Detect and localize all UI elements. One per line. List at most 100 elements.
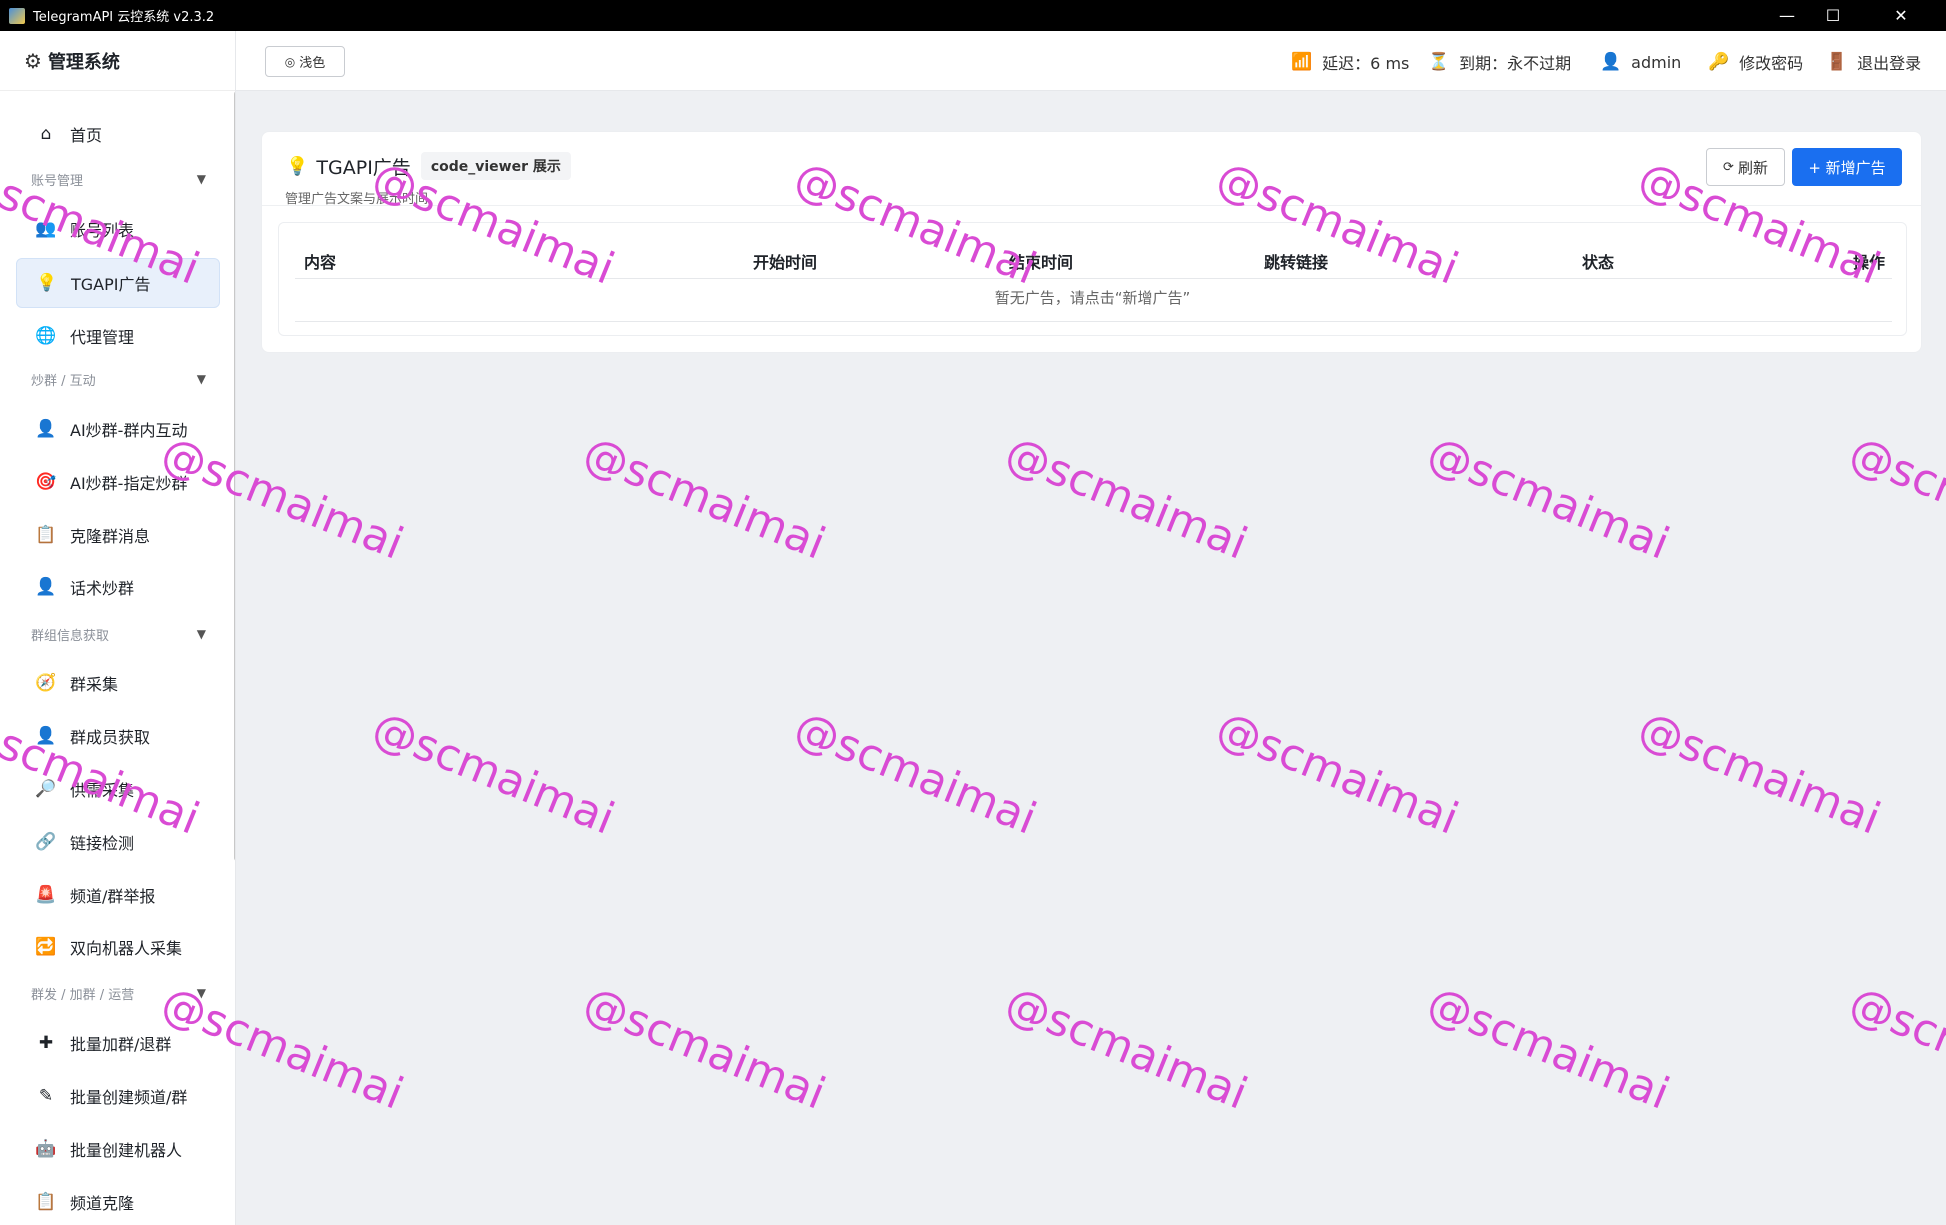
sidebar-group-operations[interactable]: 群发 / 加群 / 运营 ▼ <box>31 982 206 1004</box>
watermark: @scmaimai <box>1842 976 1946 1120</box>
robot-icon: 🤖 <box>35 1139 57 1159</box>
logout-link[interactable]: 🚪 退出登录 <box>1826 49 1921 75</box>
sidebar-item-label: 双向机器人采集 <box>70 939 183 958</box>
sidebar-item-member-fetch[interactable]: 👤 群成员获取 <box>16 711 220 761</box>
sidebar-item-ai-group-interact[interactable]: 👤 AI炒群-群内互动 <box>16 404 220 454</box>
sidebar-item-label: AI炒群-指定炒群 <box>70 474 188 493</box>
sidebar-item-proxy[interactable]: 🌐 代理管理 <box>16 311 220 361</box>
sidebar-item-batch-create-channel[interactable]: ✎ 批量创建频道/群 <box>16 1071 220 1121</box>
refresh-label: 刷新 <box>1737 158 1768 177</box>
chevron-down-icon: ▼ <box>196 372 206 386</box>
theme-toggle-button[interactable]: ◎ 浅色 <box>265 46 345 77</box>
column-header-start-time: 开始时间 <box>753 253 818 272</box>
search-icon: 🔎 <box>35 779 57 799</box>
watermark: @scmaimai <box>1631 701 1888 845</box>
header-divider <box>295 278 1892 279</box>
maximize-button[interactable]: ☐ <box>1810 0 1856 31</box>
sidebar-item-label: 首页 <box>70 126 103 145</box>
clipboard-icon: 📋 <box>35 525 57 545</box>
sidebar-item-batch-create-bot[interactable]: 🤖 批量创建机器人 <box>16 1124 220 1174</box>
repeat-icon: 🔁 <box>35 937 57 957</box>
sidebar-item-label: 批量创建机器人 <box>70 1141 183 1160</box>
brand: ⚙ 管理系统 <box>0 31 235 91</box>
sidebar-group-account[interactable]: 账号管理 ▼ <box>31 168 206 190</box>
signal-icon: 📶 <box>1291 52 1313 72</box>
watermark: @scmaimai <box>1842 426 1946 570</box>
row-divider <box>295 321 1892 322</box>
palette-icon: ◎ <box>284 54 296 69</box>
sidebar-item-link-check[interactable]: 🔗 链接检测 <box>16 817 220 867</box>
compass-icon: 🧭 <box>35 673 57 693</box>
sidebar-item-home[interactable]: ⌂ 首页 <box>16 109 220 159</box>
chevron-down-icon: ▼ <box>196 627 206 641</box>
latency-info: 📶 延迟：6 ms <box>1291 49 1409 75</box>
watermark: @scmaimai <box>576 976 833 1120</box>
sidebar-item-tgapi-ads[interactable]: 💡 TGAPI广告 <box>16 258 220 308</box>
sidebar-group-label: 炒群 / 互动 <box>31 373 96 389</box>
ads-card: 💡 TGAPI广告 code_viewer 展示 管理广告文案与展示时间 ⟳ 刷… <box>261 131 1922 353</box>
watermark: @scmaimai <box>365 701 622 845</box>
sidebar-item-script-group[interactable]: 👤 话术炒群 <box>16 562 220 612</box>
watermark: @scmaimai <box>998 426 1255 570</box>
lightbulb-icon: 💡 <box>286 155 309 177</box>
change-password-link[interactable]: 🔑 修改密码 <box>1708 49 1803 75</box>
ads-table: 内容 开始时间 结束时间 跳转链接 状态 操作 暂无广告，请点击“新增广告” <box>278 222 1907 336</box>
viewer-tag: code_viewer 展示 <box>420 152 571 180</box>
sidebar-item-label: 链接检测 <box>70 834 135 853</box>
username: admin <box>1631 52 1682 72</box>
sidebar-item-label: 频道克隆 <box>70 1194 135 1213</box>
sidebar-item-accounts[interactable]: 👥 账号列表 <box>16 204 220 254</box>
sidebar-group-label: 群组信息获取 <box>31 628 110 644</box>
sidebar-group-label: 账号管理 <box>31 173 84 189</box>
minimize-button[interactable]: — <box>1764 0 1810 31</box>
refresh-button[interactable]: ⟳ 刷新 <box>1706 148 1785 186</box>
gear-icon: ⚙ <box>24 48 42 73</box>
logout-label: 退出登录 <box>1857 54 1922 73</box>
plus-icon: ✚ <box>38 1033 54 1053</box>
window-controls: — ☐ ✕ <box>1764 0 1946 31</box>
theme-label: 浅色 <box>299 56 326 71</box>
window-title: TelegramAPI 云控系统 v2.3.2 <box>33 10 215 25</box>
sidebar-item-bot-collect[interactable]: 🔁 双向机器人采集 <box>16 922 220 972</box>
sidebar-item-label: 克隆群消息 <box>70 527 151 546</box>
sidebar-group-interaction[interactable]: 炒群 / 互动 ▼ <box>31 368 206 390</box>
chevron-down-icon: ▼ <box>196 172 206 186</box>
expiry-info: ⏳ 到期：永不过期 <box>1428 49 1571 75</box>
sidebar-scrollbar[interactable] <box>234 91 235 861</box>
sidebar: ⚙ 管理系统 ⌂ 首页 账号管理 ▼ 👥 账号列表 💡 TGAPI广告 🌐 代理… <box>0 31 236 1225</box>
sidebar-item-batch-join[interactable]: ✚ 批量加群/退群 <box>16 1018 220 1068</box>
close-button[interactable]: ✕ <box>1856 0 1946 31</box>
user-info[interactable]: 👤 admin <box>1600 49 1681 75</box>
change-password-label: 修改密码 <box>1739 54 1804 73</box>
sidebar-item-report[interactable]: 🚨 频道/群举报 <box>16 870 220 920</box>
sidebar-item-label: 代理管理 <box>70 328 135 347</box>
sidebar-item-channel-clone[interactable]: 📋 频道克隆 <box>16 1177 220 1225</box>
alarm-icon: 🚨 <box>35 885 57 905</box>
page-title: TGAPI广告 <box>316 156 411 179</box>
card-title-row: 💡 TGAPI广告 code_viewer 展示 <box>286 152 571 180</box>
refresh-icon: ⟳ <box>1723 159 1734 175</box>
sidebar-item-label: AI炒群-群内互动 <box>70 421 188 440</box>
column-header-status: 状态 <box>1582 253 1615 272</box>
sidebar-item-label: 供需采集 <box>70 781 135 800</box>
sidebar-item-supply-collect[interactable]: 🔎 供需采集 <box>16 764 220 814</box>
sidebar-item-clone-messages[interactable]: 📋 克隆群消息 <box>16 510 220 560</box>
card-divider <box>262 205 1921 206</box>
app-icon <box>9 7 25 24</box>
target-icon: 🎯 <box>35 472 57 492</box>
sidebar-item-label: 批量加群/退群 <box>70 1035 172 1054</box>
sidebar-item-label: 群成员获取 <box>70 728 151 747</box>
watermark: @scmaimai <box>576 426 833 570</box>
watermark: @scmaimai <box>1420 426 1677 570</box>
clipboard-icon: 📋 <box>35 1192 57 1212</box>
column-header-end-time: 结束时间 <box>1009 253 1074 272</box>
sidebar-item-group-collect[interactable]: 🧭 群采集 <box>16 658 220 708</box>
sidebar-group-info[interactable]: 群组信息获取 ▼ <box>31 623 206 645</box>
watermark: @scmaimai <box>998 976 1255 1120</box>
add-ad-button[interactable]: + 新增广告 <box>1792 148 1902 186</box>
sidebar-group-label: 群发 / 加群 / 运营 <box>31 987 135 1003</box>
sidebar-item-ai-group-target[interactable]: 🎯 AI炒群-指定炒群 <box>16 457 220 507</box>
lightbulb-icon: 💡 <box>36 273 58 293</box>
avatar-icon: 👤 <box>1600 52 1622 72</box>
top-header: ◎ 浅色 📶 延迟：6 ms ⏳ 到期：永不过期 👤 admin 🔑 修改密码 … <box>236 31 1946 91</box>
